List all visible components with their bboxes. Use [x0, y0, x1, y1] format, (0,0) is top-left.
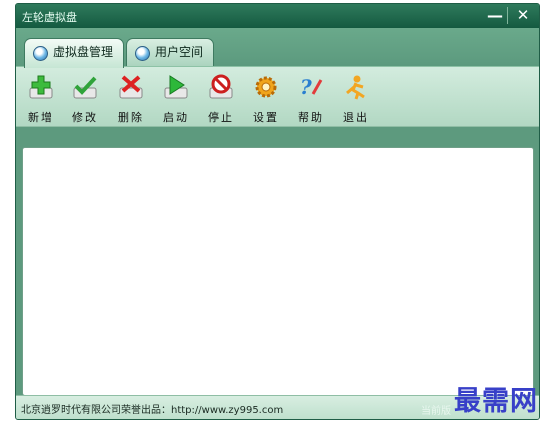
- stop-icon: [209, 74, 233, 99]
- start-button[interactable]: 启动: [156, 72, 196, 124]
- minimize-button[interactable]: —: [481, 5, 509, 26]
- help-icon: ?: [300, 75, 323, 99]
- tab-label: 虚拟盘管理: [53, 45, 114, 59]
- start-label: 启动: [163, 111, 189, 124]
- watermark-logo: 最需网: [454, 386, 538, 417]
- edit-button[interactable]: 修改: [65, 72, 105, 124]
- version-text: 当前版: [421, 406, 451, 417]
- copyright-text: 北京逍罗时代有限公司荣誉出品：http://www.zy995.com: [21, 405, 284, 416]
- tab-label: 用户空间: [155, 45, 204, 59]
- settings-label: 设置: [253, 111, 279, 124]
- disk-icon: [33, 46, 48, 61]
- tab-user-space[interactable]: 用户空间: [126, 38, 215, 67]
- add-button[interactable]: 新增: [21, 72, 61, 124]
- stop-label: 停止: [208, 111, 234, 124]
- delete-label: 删除: [118, 111, 144, 124]
- add-label: 新增: [28, 111, 54, 124]
- svg-text:?: ?: [300, 75, 312, 99]
- window-title: 左轮虚拟盘: [22, 11, 77, 24]
- exit-icon: [346, 75, 365, 100]
- disk-list-panel[interactable]: [22, 147, 534, 396]
- tab-bar: 虚拟盘管理 用户空间: [16, 28, 539, 68]
- exit-button[interactable]: 退出: [336, 72, 376, 124]
- delete-x-icon: [119, 75, 143, 99]
- close-button[interactable]: ✕: [509, 5, 537, 26]
- gear-icon: [255, 76, 277, 98]
- settings-button[interactable]: 设置: [246, 72, 286, 124]
- help-button[interactable]: ? 帮助: [291, 72, 331, 124]
- tab-virtual-disk-management[interactable]: 虚拟盘管理: [24, 38, 125, 68]
- help-label: 帮助: [298, 111, 324, 124]
- title-bar[interactable]: 左轮虚拟盘 — ✕: [16, 4, 539, 28]
- delete-button[interactable]: 删除: [111, 72, 151, 124]
- app-window: 左轮虚拟盘 — ✕ 虚拟盘管理 用户空间 新增 修改 删除 启动 停止 设置 ?…: [15, 3, 540, 420]
- add-icon: [29, 75, 53, 99]
- toolbar: 新增 修改 删除 启动 停止 设置 ? 帮助 退出: [16, 66, 539, 127]
- edit-label: 修改: [72, 111, 98, 124]
- disk-icon: [135, 46, 150, 61]
- play-icon: [164, 75, 188, 99]
- exit-label: 退出: [343, 111, 369, 124]
- edit-check-icon: [73, 76, 97, 99]
- stop-button[interactable]: 停止: [201, 72, 241, 124]
